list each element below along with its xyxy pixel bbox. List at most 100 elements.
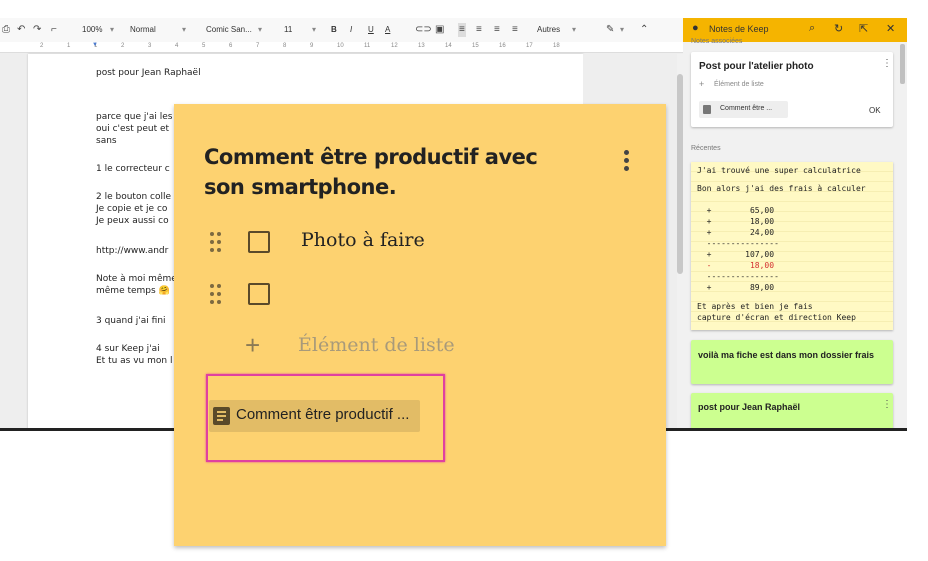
link-icon[interactable]: ⊂⊃ xyxy=(415,23,432,37)
drag-handle-icon-2[interactable] xyxy=(210,284,224,306)
ruler-tick: 7 xyxy=(256,43,260,49)
calc-note-line: Bon alors j'ai des frais à calculer xyxy=(697,184,866,193)
comment-icon[interactable]: ▣ xyxy=(435,23,444,37)
bold-button[interactable]: B xyxy=(331,23,337,37)
font-select[interactable]: Comic San... xyxy=(206,23,252,37)
drag-handle-icon[interactable] xyxy=(210,232,224,254)
calc-note-line: --------------- xyxy=(697,239,779,248)
note-card-chip[interactable]: Comment être ... xyxy=(699,101,788,118)
zoom-dropdown-icon[interactable]: ▾ xyxy=(110,23,114,37)
ruler-tick: 2 xyxy=(40,43,44,49)
calc-note-line: J'ai trouvé une super calculatrice xyxy=(697,166,861,175)
associated-notes-label: Notes associées xyxy=(691,38,743,45)
ruler-tick: 2 xyxy=(121,43,125,49)
align-right-icon[interactable]: ≡ xyxy=(494,23,500,37)
zoom-select[interactable]: 100% xyxy=(82,23,102,37)
note-card-plus-icon[interactable]: + xyxy=(699,79,704,89)
note-title[interactable]: Comment être productif avec son smartpho… xyxy=(204,142,584,202)
pen-icon[interactable]: ✎ xyxy=(606,23,614,37)
print-icon[interactable]: ⎙ xyxy=(2,23,10,37)
keep-scrollbar-thumb[interactable] xyxy=(900,44,905,84)
calc-note-line: - 18,00 xyxy=(697,261,775,270)
ruler-tick: 1 xyxy=(67,43,71,49)
style-dropdown-icon[interactable]: ▾ xyxy=(182,23,186,37)
paint-format-icon[interactable]: ⌐ xyxy=(51,23,57,37)
font-size-select[interactable]: 11 xyxy=(284,23,292,37)
ruler-tick: 9 xyxy=(310,43,314,49)
doc-icon xyxy=(703,105,711,114)
more-dropdown-icon[interactable]: ▾ xyxy=(572,23,576,37)
ruler-tick: 10 xyxy=(337,43,344,49)
justify-icon[interactable]: ≡ xyxy=(512,23,518,37)
green-note-2-text: post pour Jean Raphaël xyxy=(698,402,801,412)
item1-checkbox[interactable] xyxy=(248,231,270,253)
keep-panel-title: Notes de Keep xyxy=(709,24,769,34)
doc-line[interactable]: Je copie et je co xyxy=(96,204,167,214)
doc-line[interactable]: parce que j'ai les xyxy=(96,112,172,122)
item2-checkbox[interactable] xyxy=(248,283,270,305)
undo-icon[interactable]: ↶ xyxy=(17,23,25,37)
style-select[interactable]: Normal xyxy=(130,23,156,37)
doc-line[interactable]: Note à moi même xyxy=(96,274,177,284)
close-icon[interactable]: ✕ xyxy=(886,22,895,35)
text-color-button[interactable]: A xyxy=(385,23,390,37)
doc-line[interactable]: post pour Jean Raphaël xyxy=(96,68,201,78)
plus-icon[interactable]: + xyxy=(245,330,260,361)
ruler-tick: 6 xyxy=(229,43,233,49)
green-note-card[interactable]: voilà ma fiche est dans mon dossier frai… xyxy=(691,340,893,384)
calc-note-line: Et après et bien je fais xyxy=(697,302,813,311)
note-card-chip-label: Comment être ... xyxy=(720,105,773,112)
associated-note-card[interactable]: Post pour l'atelier photo ⋮ + Élément de… xyxy=(691,52,893,127)
note-card-menu-icon[interactable]: ⋮ xyxy=(882,58,892,69)
doc-line[interactable]: http://www.andr xyxy=(96,246,168,256)
calc-note-line: --------------- xyxy=(697,272,779,281)
doc-line[interactable]: 4 sur Keep j'ai xyxy=(96,344,160,354)
ruler-tick: 14 xyxy=(445,43,452,49)
indent-marker-icon[interactable]: ▼ xyxy=(92,42,98,48)
collapse-icon[interactable]: ⌃ xyxy=(640,23,648,37)
font-dropdown-icon[interactable]: ▾ xyxy=(258,23,262,37)
list-item-text[interactable]: Photo à faire xyxy=(301,229,425,251)
doc-line[interactable]: 1 le correcteur c xyxy=(96,164,170,174)
keep-scrollbar[interactable] xyxy=(900,44,905,424)
ruler-tick: 12 xyxy=(391,43,398,49)
calculator-note-card[interactable]: J'ai trouvé une super calculatrice Bon al… xyxy=(691,162,893,330)
calc-note-line: + 89,00 xyxy=(697,283,775,292)
note-card-add-item[interactable]: Élément de liste xyxy=(714,81,764,88)
more-select[interactable]: Autres xyxy=(537,23,560,37)
docs-toolbar: ⎙ ↶ ↷ ⌐ 100% ▾ Normal ▾ Comic San... ▾ 1… xyxy=(0,18,683,43)
linked-doc-chip[interactable]: Comment être productif ... xyxy=(209,400,420,432)
pen-dropdown-icon[interactable]: ▾ xyxy=(620,23,624,37)
ruler-tick: 11 xyxy=(364,43,371,49)
green-note-menu-icon[interactable]: ⋮ xyxy=(882,399,892,410)
redo-icon[interactable]: ↷ xyxy=(33,23,41,37)
ruler-tick: 5 xyxy=(202,43,206,49)
doc-line[interactable]: Et tu as vu mon l xyxy=(96,356,172,366)
keep-bulb-icon: ● xyxy=(692,22,699,34)
doc-line[interactable]: Je peux aussi co xyxy=(96,216,169,226)
ok-button[interactable]: OK xyxy=(869,106,881,115)
font-size-dropdown-icon[interactable]: ▾ xyxy=(312,23,316,37)
keep-side-panel: ● Notes de Keep ⌕ ↻ ⇱ ✕ Notes associées … xyxy=(683,18,907,428)
open-external-icon[interactable]: ⇱ xyxy=(859,22,868,35)
refresh-icon[interactable]: ↻ xyxy=(834,22,843,35)
italic-button[interactable]: I xyxy=(350,23,352,37)
calc-note-line: + 18,00 xyxy=(697,217,775,226)
ruler-tick: 18 xyxy=(553,43,560,49)
doc-line[interactable]: 2 le bouton colle xyxy=(96,192,171,202)
ruler-tick: 15 xyxy=(472,43,479,49)
add-list-item[interactable]: Élément de liste xyxy=(298,334,455,356)
green-note-card-2[interactable]: post pour Jean Raphaël ⋮ xyxy=(691,393,893,428)
doc-line[interactable]: oui c'est peut et xyxy=(96,124,169,134)
doc-line[interactable]: même temps 🤗 xyxy=(96,286,170,296)
note-menu-icon[interactable] xyxy=(624,150,630,174)
doc-line[interactable]: sans xyxy=(96,136,117,146)
underline-button[interactable]: U xyxy=(368,23,374,37)
doc-line[interactable]: 3 quand j'ai fini xyxy=(96,316,166,326)
green-note-text: voilà ma fiche est dans mon dossier frai… xyxy=(698,350,875,360)
search-icon[interactable]: ⌕ xyxy=(809,22,815,35)
align-left-icon[interactable]: ≡ xyxy=(458,23,466,37)
linked-doc-chip-label: Comment être productif ... xyxy=(236,406,410,423)
ruler-tick: 17 xyxy=(526,43,533,49)
align-center-icon[interactable]: ≡ xyxy=(476,23,482,37)
